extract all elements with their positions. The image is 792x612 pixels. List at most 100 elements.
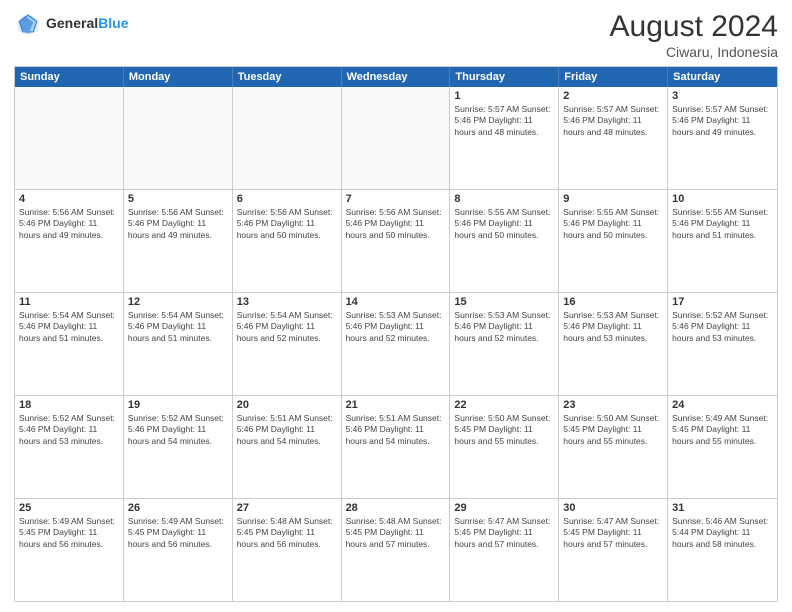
cell-info: Sunrise: 5:57 AM Sunset: 5:46 PM Dayligh…: [563, 104, 663, 138]
cell-info: Sunrise: 5:56 AM Sunset: 5:46 PM Dayligh…: [128, 207, 228, 241]
calendar-cell: 18 Sunrise: 5:52 AM Sunset: 5:46 PM Dayli…: [15, 396, 124, 498]
calendar-row: 4 Sunrise: 5:56 AM Sunset: 5:46 PM Daylig…: [15, 190, 777, 293]
calendar-cell: 14 Sunrise: 5:53 AM Sunset: 5:46 PM Dayli…: [342, 293, 451, 395]
cell-info: Sunrise: 5:49 AM Sunset: 5:45 PM Dayligh…: [672, 413, 773, 447]
cell-info: Sunrise: 5:47 AM Sunset: 5:45 PM Dayligh…: [563, 516, 663, 550]
calendar-cell: 12 Sunrise: 5:54 AM Sunset: 5:46 PM Dayli…: [124, 293, 233, 395]
calendar-cell: 11 Sunrise: 5:54 AM Sunset: 5:46 PM Dayli…: [15, 293, 124, 395]
header: GeneralBlue August 2024 Ciwaru, Indonesi…: [14, 10, 778, 60]
calendar-cell: 27 Sunrise: 5:48 AM Sunset: 5:45 PM Dayli…: [233, 499, 342, 601]
cell-info: Sunrise: 5:53 AM Sunset: 5:46 PM Dayligh…: [346, 310, 446, 344]
day-number: 11: [19, 296, 119, 308]
calendar-header-cell: Tuesday: [233, 67, 342, 87]
logo-text: GeneralBlue: [46, 16, 128, 31]
day-number: 31: [672, 502, 773, 514]
calendar-cell: 25Sunrise: 5:49 AM Sunset: 5:45 PM Dayli…: [15, 499, 124, 601]
cell-info: Sunrise: 5:51 AM Sunset: 5:46 PM Dayligh…: [237, 413, 337, 447]
calendar: SundayMondayTuesdayWednesdayThursdayFrid…: [14, 66, 778, 602]
cell-info: Sunrise: 5:54 AM Sunset: 5:46 PM Dayligh…: [128, 310, 228, 344]
calendar-cell: 19Sunrise: 5:52 AM Sunset: 5:46 PM Dayli…: [124, 396, 233, 498]
calendar-cell: [342, 87, 451, 189]
calendar-header-cell: Saturday: [668, 67, 777, 87]
calendar-cell: 15Sunrise: 5:53 AM Sunset: 5:46 PM Dayli…: [450, 293, 559, 395]
cell-info: Sunrise: 5:52 AM Sunset: 5:46 PM Dayligh…: [672, 310, 773, 344]
cell-info: Sunrise: 5:55 AM Sunset: 5:46 PM Dayligh…: [672, 207, 773, 241]
calendar-row: 11 Sunrise: 5:54 AM Sunset: 5:46 PM Dayli…: [15, 293, 777, 396]
calendar-cell: 7Sunrise: 5:56 AM Sunset: 5:46 PM Daylig…: [342, 190, 451, 292]
calendar-cell: 4 Sunrise: 5:56 AM Sunset: 5:46 PM Daylig…: [15, 190, 124, 292]
day-number: 1: [454, 90, 554, 102]
logo: GeneralBlue: [14, 10, 128, 38]
calendar-header-cell: Thursday: [450, 67, 559, 87]
calendar-header-cell: Friday: [559, 67, 668, 87]
day-number: 19: [128, 399, 228, 411]
cell-info: Sunrise: 5:48 AM Sunset: 5:45 PM Dayligh…: [237, 516, 337, 550]
cell-info: Sunrise: 5:55 AM Sunset: 5:46 PM Dayligh…: [563, 207, 663, 241]
calendar-cell: 9Sunrise: 5:55 AM Sunset: 5:46 PM Daylig…: [559, 190, 668, 292]
calendar-cell: 21 Sunrise: 5:51 AM Sunset: 5:46 PM Dayli…: [342, 396, 451, 498]
day-number: 13: [237, 296, 337, 308]
calendar-header: SundayMondayTuesdayWednesdayThursdayFrid…: [15, 67, 777, 87]
calendar-body: 1 Sunrise: 5:57 AM Sunset: 5:46 PM Daylig…: [15, 87, 777, 601]
day-number: 12: [128, 296, 228, 308]
calendar-cell: 22 Sunrise: 5:50 AM Sunset: 5:45 PM Dayli…: [450, 396, 559, 498]
day-number: 17: [672, 296, 773, 308]
calendar-header-cell: Monday: [124, 67, 233, 87]
calendar-cell: [124, 87, 233, 189]
cell-info: Sunrise: 5:51 AM Sunset: 5:46 PM Dayligh…: [346, 413, 446, 447]
day-number: 21: [346, 399, 446, 411]
calendar-row: 18 Sunrise: 5:52 AM Sunset: 5:46 PM Dayli…: [15, 396, 777, 499]
day-number: 4: [19, 193, 119, 205]
day-number: 8: [454, 193, 554, 205]
logo-icon: [14, 10, 42, 38]
logo-text-block: GeneralBlue: [46, 16, 128, 31]
cell-info: Sunrise: 5:54 AM Sunset: 5:46 PM Dayligh…: [19, 310, 119, 344]
calendar-cell: 16Sunrise: 5:53 AM Sunset: 5:46 PM Dayli…: [559, 293, 668, 395]
calendar-cell: 6Sunrise: 5:56 AM Sunset: 5:46 PM Daylig…: [233, 190, 342, 292]
day-number: 22: [454, 399, 554, 411]
calendar-row: 1 Sunrise: 5:57 AM Sunset: 5:46 PM Daylig…: [15, 87, 777, 190]
cell-info: Sunrise: 5:50 AM Sunset: 5:45 PM Dayligh…: [454, 413, 554, 447]
calendar-cell: [15, 87, 124, 189]
calendar-cell: 24Sunrise: 5:49 AM Sunset: 5:45 PM Dayli…: [668, 396, 777, 498]
day-number: 27: [237, 502, 337, 514]
main-title: August 2024: [610, 10, 778, 44]
day-number: 30: [563, 502, 663, 514]
calendar-cell: 2 Sunrise: 5:57 AM Sunset: 5:46 PM Daylig…: [559, 87, 668, 189]
cell-info: Sunrise: 5:52 AM Sunset: 5:46 PM Dayligh…: [19, 413, 119, 447]
day-number: 25: [19, 502, 119, 514]
day-number: 18: [19, 399, 119, 411]
cell-info: Sunrise: 5:53 AM Sunset: 5:46 PM Dayligh…: [563, 310, 663, 344]
cell-info: Sunrise: 5:57 AM Sunset: 5:46 PM Dayligh…: [672, 104, 773, 138]
calendar-cell: 28 Sunrise: 5:48 AM Sunset: 5:45 PM Dayli…: [342, 499, 451, 601]
cell-info: Sunrise: 5:54 AM Sunset: 5:46 PM Dayligh…: [237, 310, 337, 344]
day-number: 2: [563, 90, 663, 102]
day-number: 28: [346, 502, 446, 514]
day-number: 10: [672, 193, 773, 205]
subtitle: Ciwaru, Indonesia: [610, 44, 778, 60]
day-number: 23: [563, 399, 663, 411]
day-number: 14: [346, 296, 446, 308]
day-number: 20: [237, 399, 337, 411]
calendar-header-cell: Sunday: [15, 67, 124, 87]
cell-info: Sunrise: 5:50 AM Sunset: 5:45 PM Dayligh…: [563, 413, 663, 447]
calendar-row: 25 Sunrise: 5:49 AM Sunset: 5:45 PM Dayli…: [15, 499, 777, 601]
day-number: 5: [128, 193, 228, 205]
calendar-cell: 30 Sunrise: 5:47 AM Sunset: 5:45 PM Dayli…: [559, 499, 668, 601]
cell-info: Sunrise: 5:47 AM Sunset: 5:45 PM Dayligh…: [454, 516, 554, 550]
cell-info: Sunrise: 5:56 AM Sunset: 5:46 PM Dayligh…: [346, 207, 446, 241]
calendar-cell: 5 Sunrise: 5:56 AM Sunset: 5:46 PM Daylig…: [124, 190, 233, 292]
cell-info: Sunrise: 5:48 AM Sunset: 5:45 PM Dayligh…: [346, 516, 446, 550]
cell-info: Sunrise: 5:49 AM Sunset: 5:45 PM Dayligh…: [128, 516, 228, 550]
day-number: 6: [237, 193, 337, 205]
calendar-cell: 29 Sunrise: 5:47 AM Sunset: 5:45 PM Dayli…: [450, 499, 559, 601]
day-number: 15: [454, 296, 554, 308]
cell-info: Sunrise: 5:56 AM Sunset: 5:46 PM Dayligh…: [19, 207, 119, 241]
calendar-cell: 13 Sunrise: 5:54 AM Sunset: 5:46 PM Dayli…: [233, 293, 342, 395]
calendar-cell: 3Sunrise: 5:57 AM Sunset: 5:46 PM Daylig…: [668, 87, 777, 189]
calendar-cell: 17 Sunrise: 5:52 AM Sunset: 5:46 PM Dayli…: [668, 293, 777, 395]
calendar-header-cell: Wednesday: [342, 67, 451, 87]
calendar-cell: [233, 87, 342, 189]
cell-info: Sunrise: 5:46 AM Sunset: 5:44 PM Dayligh…: [672, 516, 773, 550]
day-number: 29: [454, 502, 554, 514]
